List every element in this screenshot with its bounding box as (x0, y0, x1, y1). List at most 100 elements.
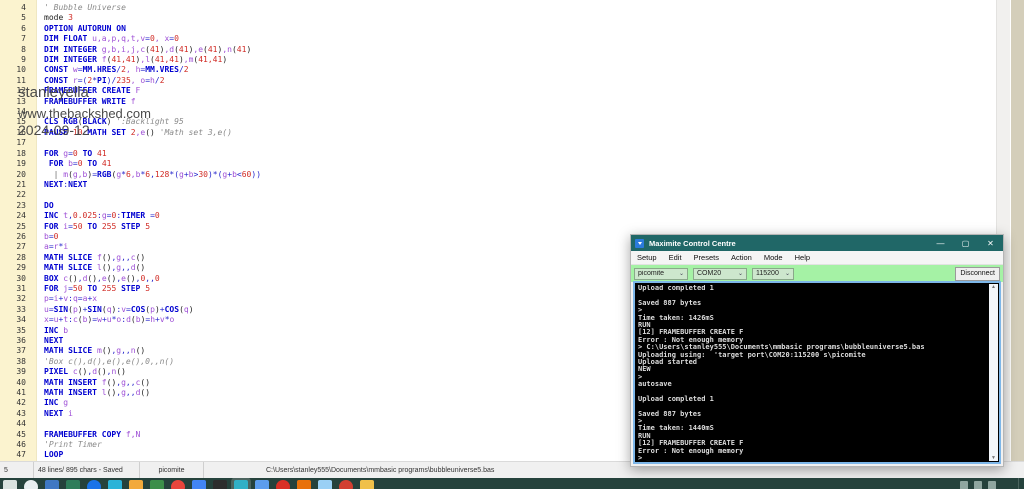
line-number: 5 (0, 13, 34, 23)
line-number: 40 (0, 378, 34, 388)
line-number: 10 (0, 65, 34, 75)
close-button[interactable]: ✕ (978, 239, 1003, 248)
code-line: 19 FOR b=0 TO 41 (0, 159, 1024, 169)
menu-mode[interactable]: Mode (758, 253, 789, 262)
taskbar-app-icon[interactable] (171, 480, 185, 489)
search-icon[interactable] (24, 480, 38, 489)
taskbar-app-icon[interactable] (234, 480, 248, 489)
code-text: NEXT:NEXT (34, 180, 87, 190)
line-number: 36 (0, 336, 34, 346)
code-text: u=SIN(p)+SIN(q):v=COS(p)+COS(q) (34, 305, 194, 315)
com-port-select[interactable]: COM20⌄ (693, 268, 747, 280)
code-text: FRAMEBUFFER WRITE f (34, 97, 136, 107)
code-text: FOR j=50 TO 255 STEP 5 (34, 284, 150, 294)
taskbar-app-icon[interactable] (360, 480, 374, 489)
terminal-scrollbar[interactable]: ▲ ▼ (989, 284, 998, 461)
menu-setup[interactable]: Setup (631, 253, 663, 262)
disconnect-button[interactable]: Disconnect (955, 267, 1000, 281)
terminal-line: Upload completed 1 (638, 396, 988, 403)
code-text: MATH SLICE f(),g,,c() (34, 253, 145, 263)
maximize-button[interactable]: ▢ (953, 239, 978, 248)
code-text: NEXT (34, 336, 63, 346)
code-line: 18FOR g=0 TO 41 (0, 149, 1024, 159)
line-number: 47 (0, 450, 34, 460)
code-text: | m(g,b)=RGB(g*6,b*6,128*(g+b>30)*(g+b<6… (34, 170, 261, 180)
taskbar-app-icon[interactable] (108, 480, 122, 489)
code-line: 10CONST w=MM.HRES/2, h=MM.VRES/2 (0, 65, 1024, 75)
show-desktop-button[interactable] (1018, 478, 1024, 489)
taskbar-app-icon[interactable] (66, 480, 80, 489)
code-text: FOR b=0 TO 41 (34, 159, 111, 169)
line-number: 19 (0, 159, 34, 169)
minimize-button[interactable]: — (928, 239, 953, 248)
code-text: LOOP (34, 450, 63, 460)
line-number: 22 (0, 190, 34, 200)
line-number: 11 (0, 76, 34, 86)
taskbar-app-icon[interactable] (318, 480, 332, 489)
code-text: DIM INTEGER f(41,41),l(41,41),m(41,41) (34, 55, 227, 65)
code-text (34, 190, 44, 200)
code-text: DIM FLOAT u,a,p,q,t,v=0, x=0 (34, 34, 179, 44)
scroll-up-icon[interactable]: ▲ (989, 284, 998, 290)
code-line: 24INC t,0.025:g=0:TIMER =0 (0, 211, 1024, 221)
code-line: 6OPTION AUTORUN ON (0, 24, 1024, 34)
code-text: MATH SLICE l(),g,,d() (34, 263, 145, 273)
menu-help[interactable]: Help (789, 253, 816, 262)
code-text (34, 419, 44, 429)
line-number: 46 (0, 440, 34, 450)
terminal-output[interactable]: Upload completed 1Saved 887 bytes>Time t… (638, 285, 988, 461)
code-line: 13FRAMEBUFFER WRITE f (0, 97, 1024, 107)
line-number: 9 (0, 55, 34, 65)
line-number: 35 (0, 326, 34, 336)
code-text: INC g (34, 398, 68, 408)
terminal-line: Upload started (638, 359, 988, 366)
connection-combos: picomite⌄ COM20⌄ 115200⌄ (634, 268, 799, 280)
taskbar-app-icon[interactable] (255, 480, 269, 489)
line-number: 34 (0, 315, 34, 325)
taskbar-app-icon[interactable] (87, 480, 101, 489)
window-edge-strip (1010, 0, 1024, 462)
start-button[interactable] (3, 480, 17, 489)
taskbar-app-icon[interactable] (150, 480, 164, 489)
terminal-panel: Upload completed 1Saved 887 bytes>Time t… (633, 281, 1001, 464)
code-line: 14 (0, 107, 1024, 117)
taskbar-app-icon[interactable] (192, 480, 206, 489)
taskbar-app-icon[interactable] (339, 480, 353, 489)
baud-rate-select[interactable]: 115200⌄ (752, 268, 794, 280)
menu-presets[interactable]: Presets (688, 253, 725, 262)
taskbar-app-icon[interactable] (276, 480, 290, 489)
code-text: FOR i=50 TO 255 STEP 5 (34, 222, 150, 232)
device-select[interactable]: picomite⌄ (634, 268, 688, 280)
taskbar-app-icon[interactable] (213, 480, 227, 489)
tray-icon[interactable] (960, 481, 968, 489)
line-number: 31 (0, 284, 34, 294)
code-text: FRAMEBUFFER CREATE F (34, 86, 140, 96)
code-text: 'Print Timer (34, 440, 102, 450)
taskbar-app-icon[interactable] (45, 480, 59, 489)
menu-action[interactable]: Action (725, 253, 758, 262)
line-number: 33 (0, 305, 34, 315)
tray-icon[interactable] (974, 481, 982, 489)
code-line: 8DIM INTEGER g,b,i,j,c(41),d(41),e(41),n… (0, 45, 1024, 55)
terminal-line: Saved 887 bytes (638, 411, 988, 418)
menu-edit[interactable]: Edit (663, 253, 688, 262)
tray-icon[interactable] (988, 481, 996, 489)
chevron-down-icon: ⌄ (785, 270, 790, 277)
code-text: MATH INSERT f(),g,,c() (34, 378, 150, 388)
line-number: 12 (0, 86, 34, 96)
code-text: INC t,0.025:g=0:TIMER =0 (34, 211, 160, 221)
code-text: CONST r=(2*PI)/235, o=h/2 (34, 76, 165, 86)
code-text: a=r*i (34, 242, 68, 252)
code-line: 16PAUSE 10:MATH SET 2,e() 'Math set 3,e(… (0, 128, 1024, 138)
taskbar-app-icon[interactable] (297, 480, 311, 489)
app-icon (635, 239, 644, 248)
line-number: 16 (0, 128, 34, 138)
line-number: 45 (0, 430, 34, 440)
terminal-line: Saved 887 bytes (638, 300, 988, 307)
taskbar-app-icon[interactable] (129, 480, 143, 489)
scroll-down-icon[interactable]: ▼ (989, 455, 998, 461)
line-number: 18 (0, 149, 34, 159)
line-number: 27 (0, 242, 34, 252)
title-bar[interactable]: Maximite Control Centre — ▢ ✕ (631, 235, 1003, 251)
code-text: PAUSE 10:MATH SET 2,e() 'Math set 3,e() (34, 128, 232, 138)
